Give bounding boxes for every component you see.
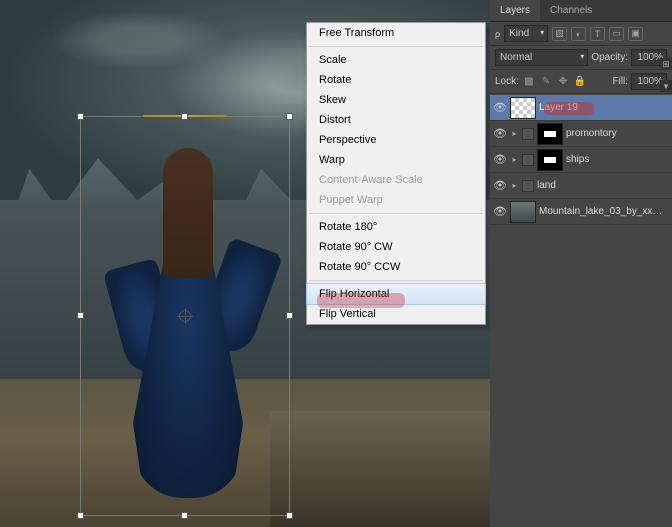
menu-content-aware-scale: Content-Aware Scale xyxy=(307,170,485,190)
layer-row[interactable]: 👁 Mountain_lake_03_by_xxM... xyxy=(490,199,672,225)
menu-scale[interactable]: Scale xyxy=(307,50,485,70)
visibility-eye-icon[interactable]: 👁 xyxy=(493,101,507,114)
layer-name[interactable]: land xyxy=(537,180,669,191)
menu-rotate-180[interactable]: Rotate 180° xyxy=(307,217,485,237)
lock-label: Lock: xyxy=(495,76,519,87)
layer-thumbnail[interactable] xyxy=(510,97,536,119)
visibility-eye-icon[interactable]: 👁 xyxy=(493,153,507,166)
opacity-label: Opacity: xyxy=(591,52,628,63)
menu-puppet-warp: Puppet Warp xyxy=(307,190,485,210)
tab-layers[interactable]: Layers xyxy=(490,0,540,21)
transform-handle-tm[interactable] xyxy=(181,113,188,120)
filter-adjust-icon[interactable]: ◐ xyxy=(571,27,586,41)
menu-distort[interactable]: Distort xyxy=(307,110,485,130)
context-menu: Free Transform Scale Rotate Skew Distort… xyxy=(306,22,486,325)
transform-handle-bl[interactable] xyxy=(77,512,84,519)
blend-mode-dropdown[interactable]: Normal xyxy=(495,49,588,66)
rock-face xyxy=(270,411,491,527)
dropdown-caret-icon[interactable]: ▾ xyxy=(660,80,672,92)
menu-rotate-90ccw[interactable]: Rotate 90° CCW xyxy=(307,257,485,277)
filter-type-icon[interactable]: T xyxy=(590,27,605,41)
group-folder-icon[interactable] xyxy=(522,128,534,140)
filter-pixel-icon[interactable]: ▧ xyxy=(552,27,567,41)
layers-list: 👁 Layer 19 👁 ▸ promontory 👁 ▸ ships 👁 ▸ … xyxy=(490,94,672,226)
blend-row: Normal Opacity: 100% xyxy=(490,46,672,70)
transform-handle-bm[interactable] xyxy=(181,512,188,519)
transform-center-point[interactable] xyxy=(179,310,191,322)
menu-perspective[interactable]: Perspective xyxy=(307,130,485,150)
menu-rotate[interactable]: Rotate xyxy=(307,70,485,90)
filter-smart-icon[interactable]: ▣ xyxy=(628,27,643,41)
layer-name[interactable]: Mountain_lake_03_by_xxM... xyxy=(539,206,669,217)
filter-shape-icon[interactable]: ▭ xyxy=(609,27,624,41)
mask-thumbnail[interactable] xyxy=(537,149,563,171)
menu-free-transform[interactable]: Free Transform xyxy=(307,23,485,43)
lock-all-icon[interactable]: 🔒 xyxy=(573,75,587,88)
disclosure-triangle-icon[interactable]: ▸ xyxy=(510,129,519,138)
fill-label: Fill: xyxy=(612,76,628,87)
tab-channels[interactable]: Channels xyxy=(540,0,602,21)
layer-filter-row: ρ Kind ▧ ◐ T ▭ ▣ xyxy=(490,22,672,46)
layer-thumbnail[interactable] xyxy=(510,201,536,223)
visibility-eye-icon[interactable]: 👁 xyxy=(493,205,507,218)
menu-separator xyxy=(309,46,483,47)
transform-handle-tr[interactable] xyxy=(286,113,293,120)
filter-kind-icon: ρ xyxy=(495,29,500,39)
disclosure-triangle-icon[interactable]: ▸ xyxy=(510,181,519,190)
lock-paint-icon[interactable]: ✎ xyxy=(539,75,553,88)
layer-row[interactable]: 👁 ▸ promontory xyxy=(490,121,672,147)
layers-panel: Layers Channels ρ Kind ▧ ◐ T ▭ ▣ Normal … xyxy=(490,0,672,527)
lock-transparency-icon[interactable]: ▩ xyxy=(522,75,536,88)
filter-kind-dropdown[interactable]: Kind xyxy=(504,25,548,42)
menu-separator xyxy=(309,280,483,281)
layer-name[interactable]: Layer 19 xyxy=(539,102,669,113)
menu-flip-horizontal[interactable]: Flip Horizontal xyxy=(306,283,486,305)
menu-rotate-90cw[interactable]: Rotate 90° CW xyxy=(307,237,485,257)
transform-handle-br[interactable] xyxy=(286,512,293,519)
visibility-eye-icon[interactable]: 👁 xyxy=(493,179,507,192)
layer-row[interactable]: 👁 ▸ land xyxy=(490,173,672,199)
expand-icon[interactable]: ⊞ xyxy=(660,58,672,70)
transform-bounding-box[interactable] xyxy=(80,116,290,516)
transform-handle-tl[interactable] xyxy=(77,113,84,120)
menu-separator xyxy=(309,213,483,214)
layer-row[interactable]: 👁 Layer 19 xyxy=(490,95,672,121)
lock-position-icon[interactable]: ✥ xyxy=(556,75,570,88)
mask-thumbnail[interactable] xyxy=(537,123,563,145)
transform-handle-ml[interactable] xyxy=(77,312,84,319)
menu-skew[interactable]: Skew xyxy=(307,90,485,110)
transform-handle-mr[interactable] xyxy=(286,312,293,319)
group-folder-icon[interactable] xyxy=(522,180,534,192)
cloud xyxy=(50,10,230,70)
menu-warp[interactable]: Warp xyxy=(307,150,485,170)
layer-row[interactable]: 👁 ▸ ships xyxy=(490,147,672,173)
disclosure-triangle-icon[interactable]: ▸ xyxy=(510,155,519,164)
panel-tabs: Layers Channels xyxy=(490,0,672,22)
lock-row: Lock: ▩ ✎ ✥ 🔒 Fill: 100% xyxy=(490,70,672,94)
layer-name[interactable]: promontory xyxy=(566,128,669,139)
visibility-eye-icon[interactable]: 👁 xyxy=(493,127,507,140)
layer-name[interactable]: ships xyxy=(566,154,669,165)
menu-flip-vertical[interactable]: Flip Vertical xyxy=(307,304,485,324)
group-folder-icon[interactable] xyxy=(522,154,534,166)
